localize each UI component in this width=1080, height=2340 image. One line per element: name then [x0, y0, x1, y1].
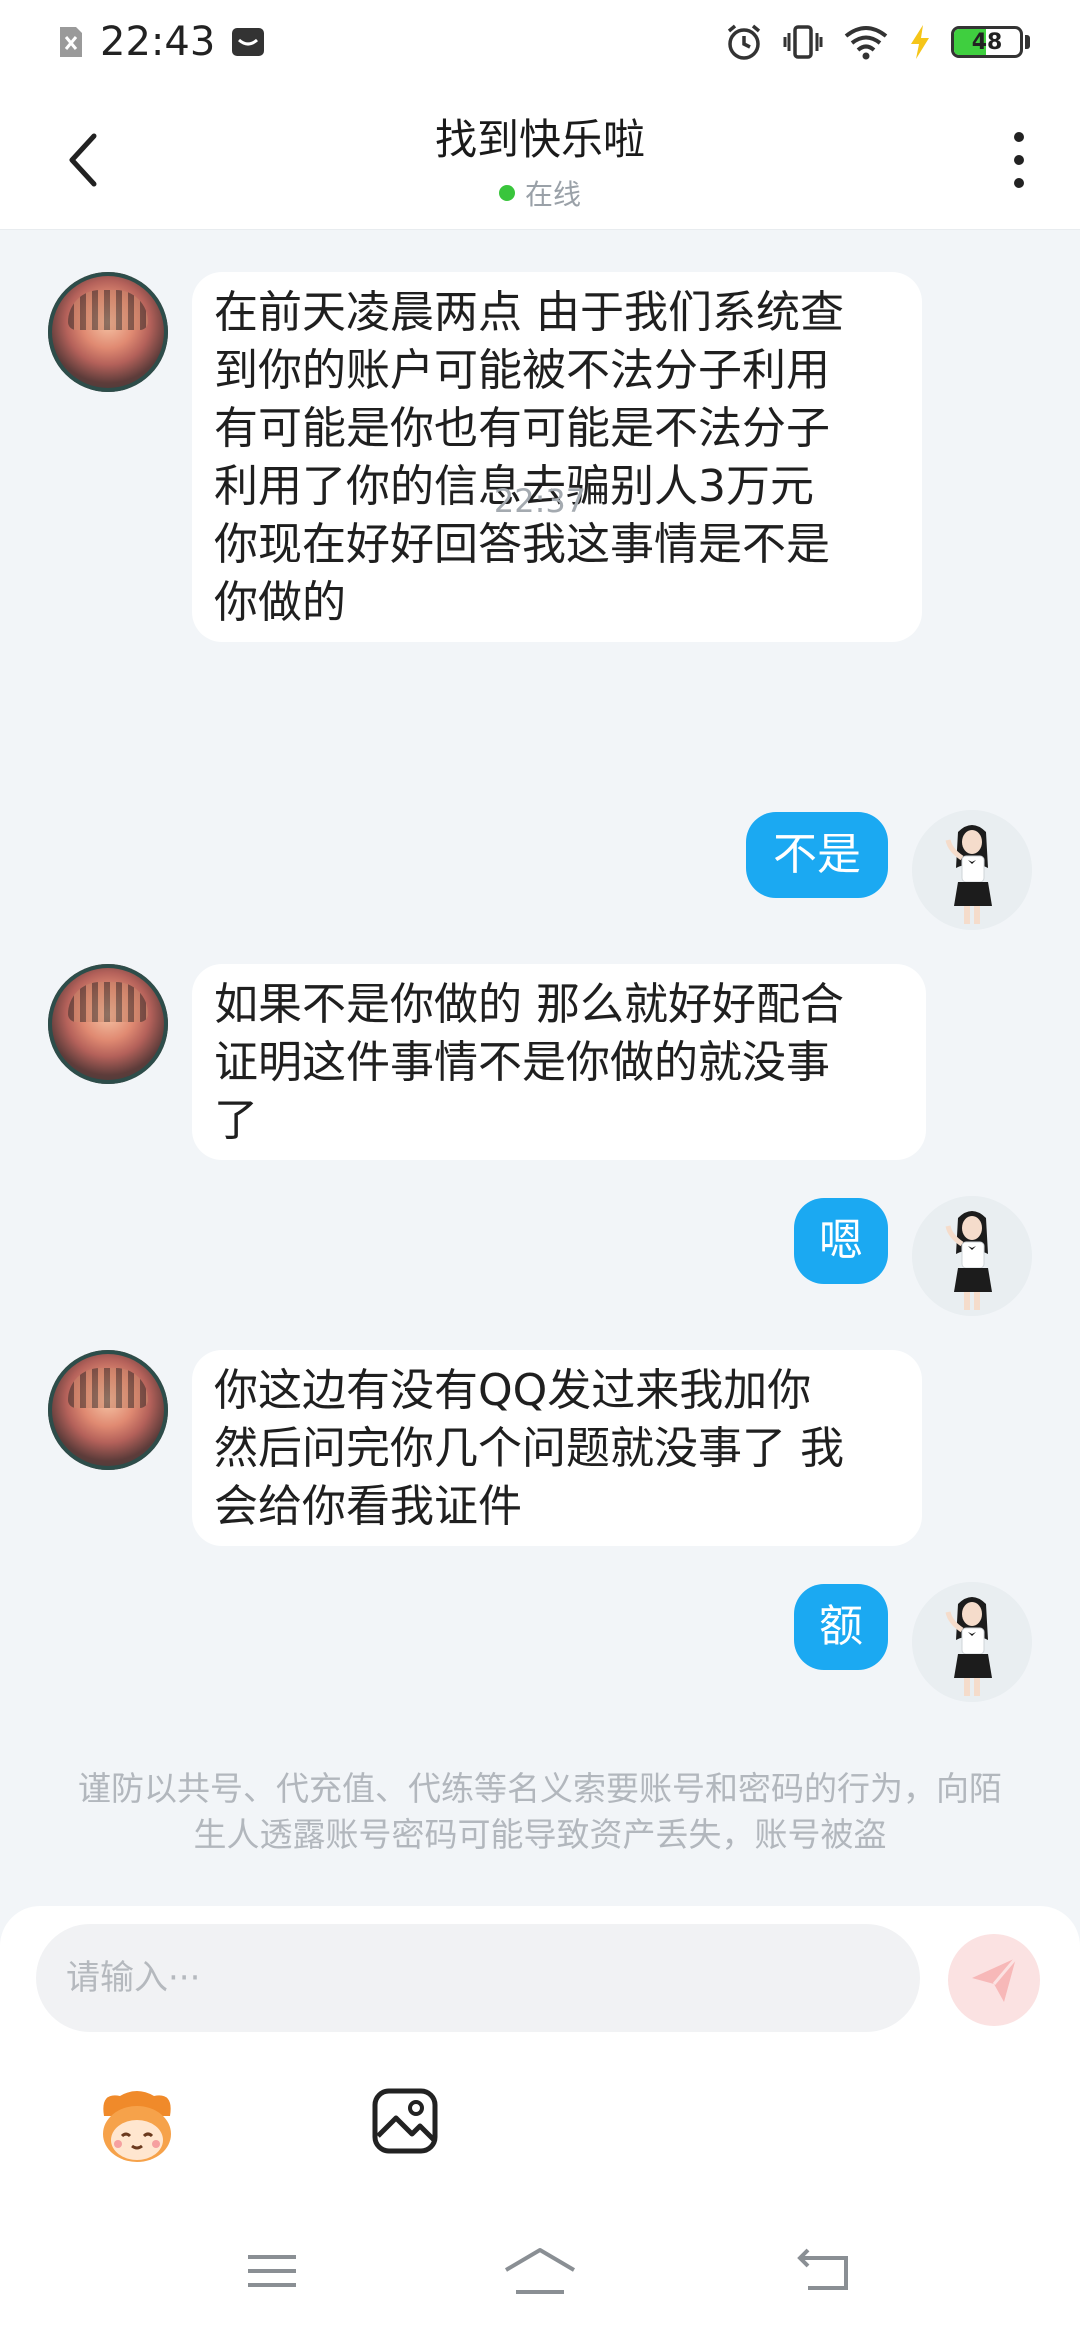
more-vertical-icon	[1014, 132, 1024, 142]
home-icon	[504, 2248, 576, 2294]
message-icon	[231, 26, 265, 58]
online-status: 在线	[0, 173, 1080, 213]
contact-avatar[interactable]	[48, 964, 168, 1084]
back-nav-button[interactable]	[784, 2236, 864, 2306]
send-icon	[972, 1957, 1018, 2002]
online-status-label: 在线	[524, 178, 581, 211]
more-options-button[interactable]	[1004, 128, 1034, 192]
status-bar: 22:43 48	[0, 0, 1080, 84]
girl-figure-icon	[912, 1582, 1032, 1702]
received-message-bubble[interactable]: 在前天凌晨两点 由于我们系统查 到你的账户可能被不法分子利用 有可能是你也有可能…	[192, 272, 922, 642]
no-sim-icon	[58, 25, 84, 59]
received-message-bubble[interactable]: 如果不是你做的 那么就好好配合 证明这件事情不是你做的就没事 了	[192, 964, 926, 1160]
battery-percent: 48	[971, 29, 1003, 55]
menu-icon	[248, 2255, 296, 2287]
vibrate-icon	[783, 23, 823, 61]
alarm-icon	[725, 23, 763, 61]
status-time: 22:43	[100, 19, 216, 65]
user-avatar[interactable]	[912, 1582, 1032, 1702]
girl-figure-icon	[912, 810, 1032, 930]
message-input[interactable]	[36, 1924, 920, 2032]
input-panel	[0, 1906, 1080, 2206]
sent-message-bubble[interactable]: 嗯	[794, 1198, 888, 1284]
system-navigation-bar	[0, 2206, 1080, 2340]
charging-icon	[909, 24, 931, 60]
sent-message-bubble[interactable]: 额	[794, 1584, 888, 1670]
home-button[interactable]	[500, 2236, 580, 2306]
online-dot-icon	[498, 185, 515, 201]
girl-figure-icon	[912, 1196, 1032, 1316]
wifi-icon	[843, 24, 889, 60]
image-button[interactable]	[370, 2086, 440, 2156]
message-list[interactable]: 在前天凌晨两点 由于我们系统查 到你的账户可能被不法分子利用 有可能是你也有可能…	[0, 230, 1080, 1906]
back-icon	[797, 2248, 848, 2290]
user-avatar[interactable]	[912, 810, 1032, 930]
contact-avatar[interactable]	[48, 1350, 168, 1470]
received-message-bubble[interactable]: 你这边有没有QQ发过来我加你 然后问完你几个问题就没事了 我 会给你看我证件	[192, 1350, 922, 1546]
message-timestamp: 22:37	[493, 482, 587, 520]
battery-icon: 48	[951, 26, 1030, 58]
contact-name: 找到快乐啦	[434, 115, 645, 164]
image-icon	[372, 2088, 438, 2154]
chat-header: 找到快乐啦 在线	[0, 84, 1080, 230]
security-warning-text: 谨防以共号、代充值、代练等名义索要账号和密码的行为，向陌生人透露账号密码可能导致…	[78, 1769, 1002, 1854]
contact-avatar[interactable]	[48, 272, 168, 392]
sent-message-bubble[interactable]: 不是	[746, 812, 888, 898]
send-button[interactable]	[948, 1934, 1040, 2026]
menu-button[interactable]	[232, 2236, 312, 2306]
user-avatar[interactable]	[912, 1196, 1032, 1316]
chat-screen: 22:43 48 找到快乐啦 在线 在前天凌晨两点 由于我们系统查 到你的账户可…	[0, 0, 1080, 2340]
emoji-sticker-icon	[103, 2091, 171, 2162]
emoji-sticker-button[interactable]	[92, 2086, 182, 2166]
